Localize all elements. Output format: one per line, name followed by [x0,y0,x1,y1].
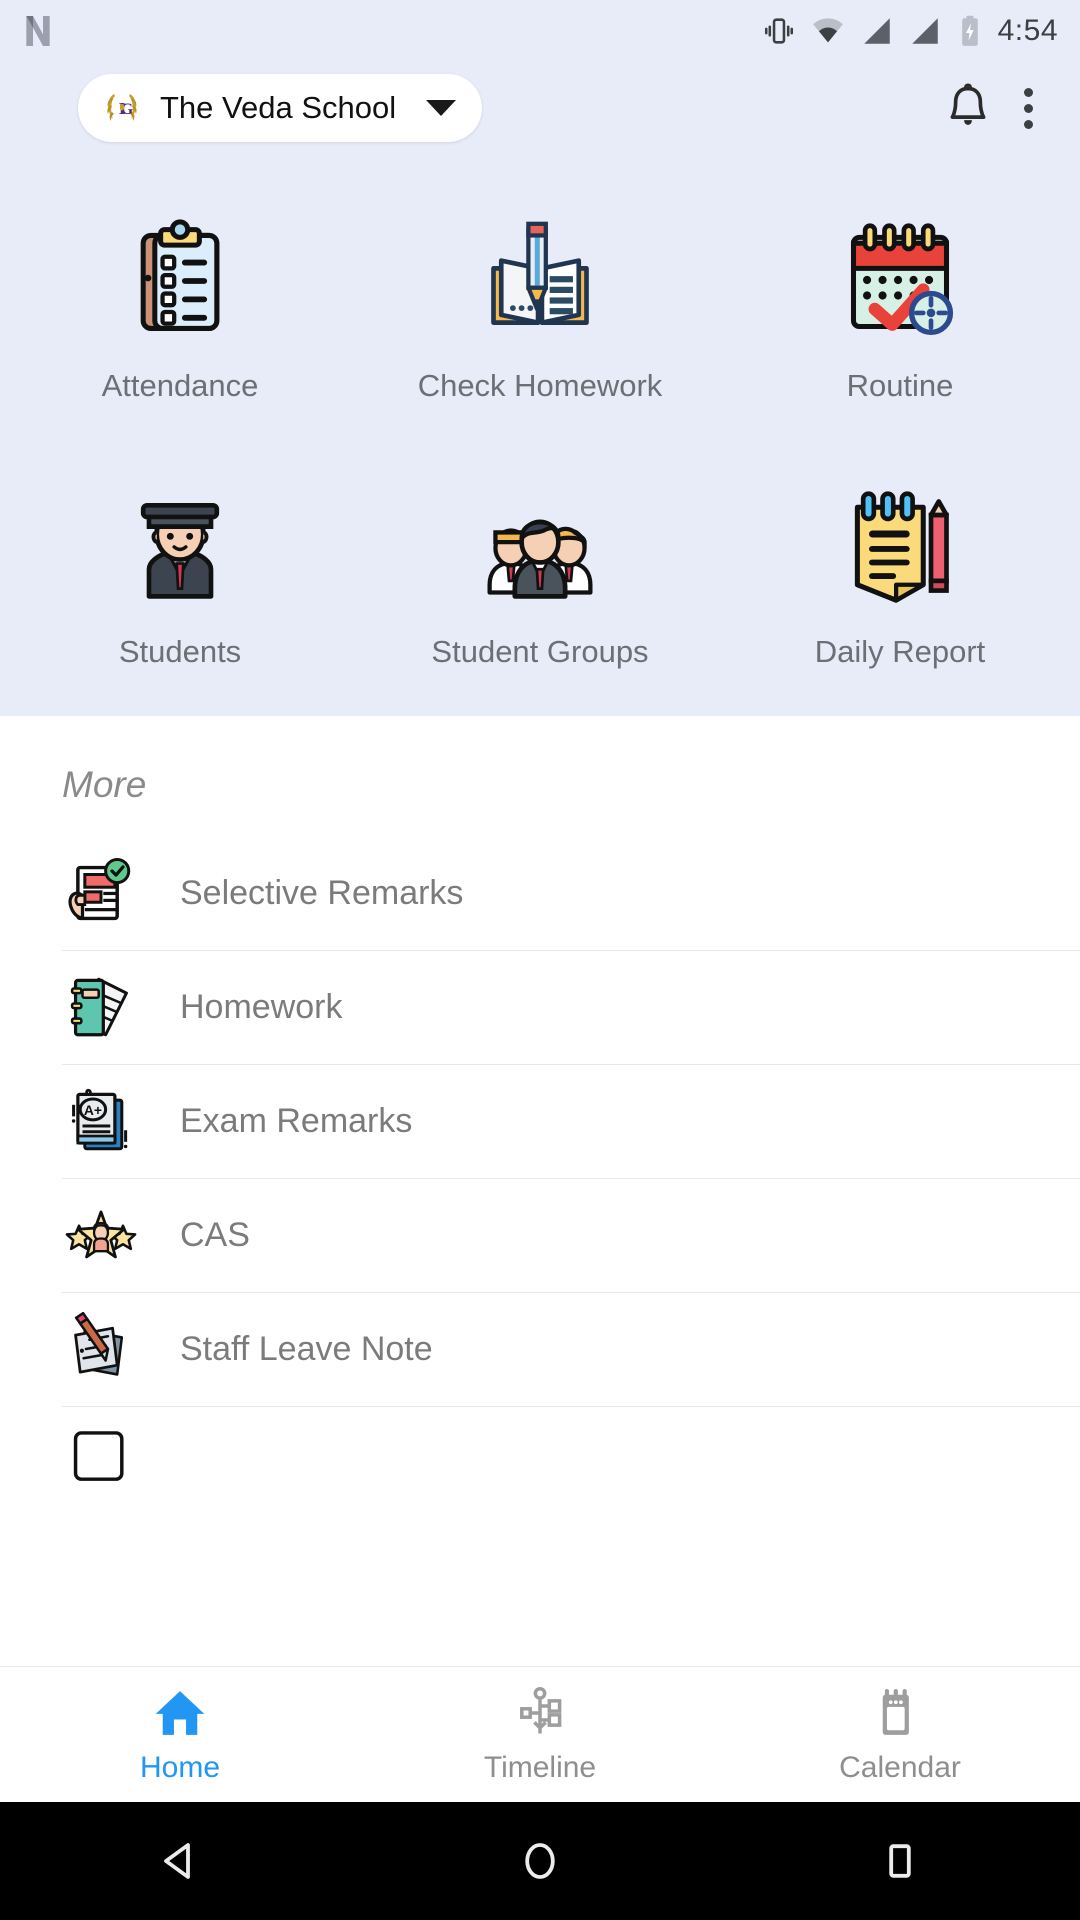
vibrate-icon [764,18,793,44]
calendar-check-icon [830,210,970,350]
list-item[interactable]: Staff Leave Note [0,1292,1080,1406]
list-item[interactable]: A+ Exam Remarks [0,1064,1080,1178]
grid-item-attendance[interactable]: Attendance [0,210,360,404]
nav-label: Home [139,1750,221,1784]
grade-paper-aplus-icon: A+ [62,1082,140,1160]
list-item-label: Selective Remarks [180,873,464,912]
shortcut-grid-row-2: Students Student Groups Daily Report [0,476,1080,670]
status-bar-right: 4:54 [762,14,1058,48]
timeline-icon [520,1686,562,1734]
grid-label: Attendance [101,368,259,403]
clipboard-checklist-icon [110,210,250,350]
grid-item-student-groups[interactable]: Student Groups [360,476,720,670]
status-bar-left [18,11,58,51]
notepad-pencil-icon [830,476,970,616]
shortcut-grid-row-1: Attendance Check Homework Routine [0,210,1080,404]
bell-icon [950,83,986,125]
open-book-pencil-icon [470,210,610,350]
home-icon [155,1690,205,1735]
square-recents-icon [889,1844,911,1878]
laurel-wreath-logo: I G [100,86,144,130]
shortcut-grid: Attendance Check Homework Routine Studen… [0,154,1080,716]
kebab-menu-icon [1023,87,1033,97]
overflow-menu-button[interactable] [1000,76,1056,140]
signal-2-icon [911,18,938,44]
kebab-menu-icon [1023,103,1033,113]
grid-item-daily-report[interactable]: Daily Report [720,476,1080,670]
list-item-label: CAS [180,1215,250,1254]
grid-label: Students [118,634,242,669]
nav-label: Calendar [839,1750,961,1784]
kebab-menu-icon [1023,119,1033,129]
svg-text:A+: A+ [84,1102,102,1118]
school-selector-chip[interactable]: I G The Veda School [78,74,483,142]
people-group-icon [470,476,610,616]
wifi-icon [812,18,843,43]
system-home-button[interactable] [360,1837,720,1885]
hand-document-check-icon [62,854,140,932]
list-item-label: Homework [180,987,343,1026]
grid-row-spacer [0,404,1080,476]
graduate-student-icon [110,476,250,616]
triangle-back-icon [164,1843,190,1879]
list-item[interactable]: CAS [0,1178,1080,1292]
notification-button[interactable] [936,76,1000,140]
grid-label: Routine [846,368,954,403]
nav-item-calendar[interactable]: Calendar [720,1667,1080,1802]
list-item-label: Staff Leave Note [180,1329,433,1368]
chevron-down-icon[interactable] [426,100,457,116]
nav-item-timeline[interactable]: Timeline [360,1667,720,1802]
grid-item-students[interactable]: Students [0,476,360,670]
grid-label: Student Groups [431,634,649,669]
school-name-label: The Veda School [160,90,397,125]
grid-label: Daily Report [814,634,986,669]
n-logo-icon [26,16,50,46]
note-pencil-icon [62,1310,140,1388]
signal-1-icon [863,18,890,44]
status-bar-clock: 4:54 [997,14,1058,47]
battery-charging-icon [961,15,978,46]
more-list: Selective Remarks Homework A+ Exam Remar… [0,836,1080,1520]
status-bar: 4:54 [0,0,1080,62]
more-section: More Selective Remarks Homework A+ Exam … [0,716,1080,1666]
grid-item-check-homework[interactable]: Check Homework [360,210,720,404]
app-screen: 4:54 I G The Veda Schoo [0,0,1080,1920]
partial-cut-off-icon [62,1424,140,1502]
three-stars-person-icon [62,1196,140,1274]
notebook-papers-icon [62,968,140,1046]
calendar-icon [882,1688,909,1735]
nav-label: Timeline [483,1750,597,1784]
list-item-label: Exam Remarks [180,1101,413,1140]
more-section-title: More [62,764,147,805]
nav-item-home[interactable]: Home [0,1667,360,1802]
app-bar: I G The Veda School [0,62,1080,154]
list-item[interactable]: Homework [0,950,1080,1064]
circle-home-icon [525,1843,555,1879]
bottom-navigation: Home Timeline Calendar [0,1666,1080,1802]
system-navigation-bar [0,1802,1080,1920]
system-back-button[interactable] [0,1837,360,1885]
system-recents-button[interactable] [720,1837,1080,1885]
grid-item-routine[interactable]: Routine [720,210,1080,404]
list-item[interactable] [0,1406,1080,1520]
list-item[interactable]: Selective Remarks [0,836,1080,950]
grid-label: Check Homework [417,368,663,403]
